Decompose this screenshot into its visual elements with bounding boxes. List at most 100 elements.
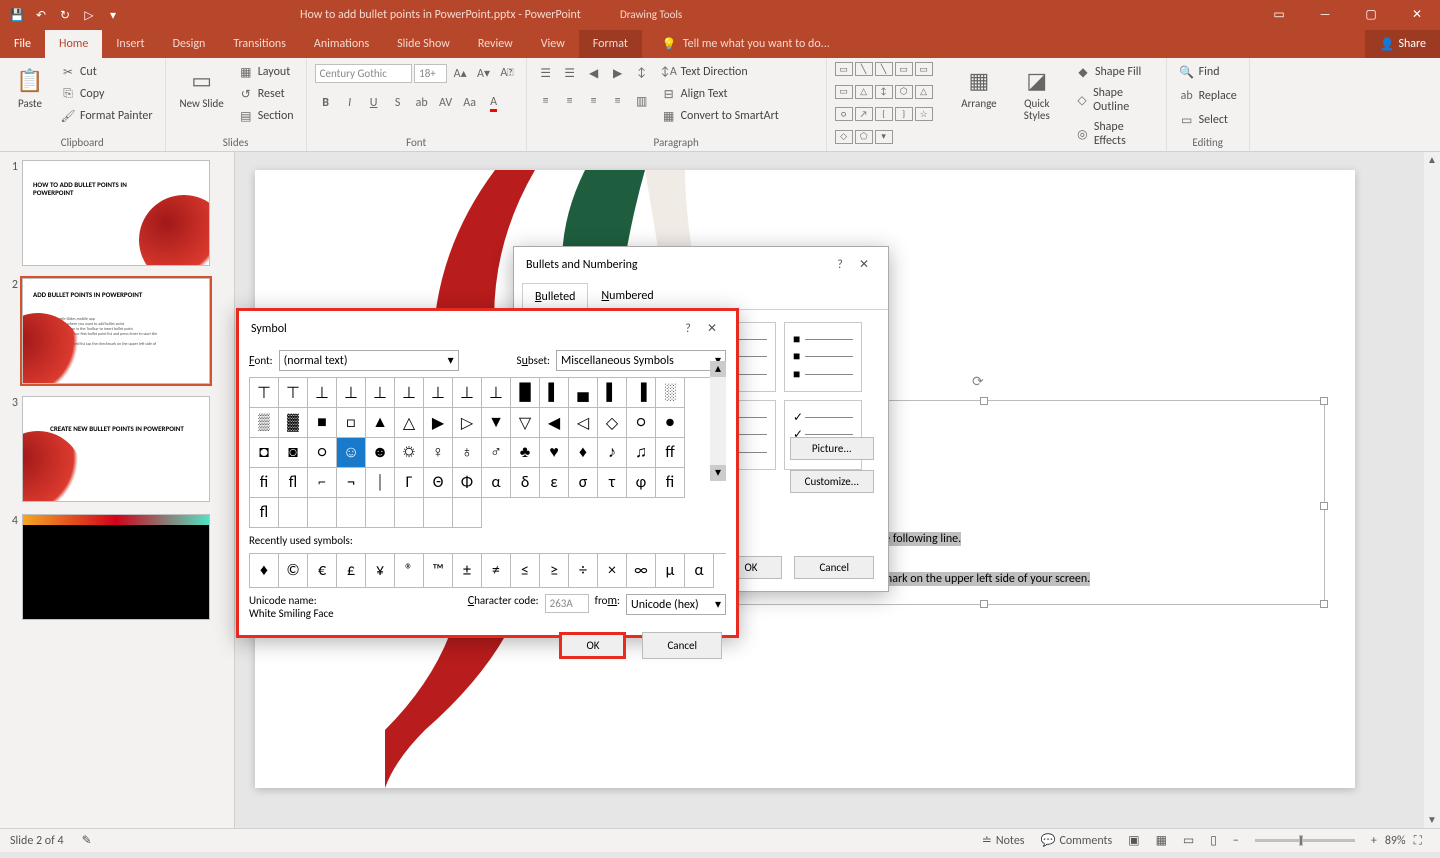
shape-fill-button[interactable]: ◆Shape Fill [1071, 62, 1158, 82]
symbol-cancel-button[interactable]: Cancel [642, 632, 722, 659]
line-spacing-button[interactable]: ↕ [631, 62, 653, 84]
copy-button[interactable]: ⎘Copy [56, 84, 157, 104]
resize-handle[interactable] [980, 600, 988, 608]
recent-symbol-cell[interactable]: € [308, 554, 337, 588]
font-select[interactable]: (normal text)▾ [279, 350, 459, 371]
tab-transitions[interactable]: Transitions [219, 30, 300, 58]
section-button[interactable]: ▤Section [234, 106, 298, 126]
bullet-square[interactable]: ■■■ [784, 322, 862, 392]
italic-button[interactable]: I [339, 92, 361, 114]
symbol-cell[interactable]: Γ [395, 468, 424, 498]
symbol-cell[interactable]: ◀ [540, 408, 569, 438]
thumbnail-2[interactable]: ADD BULLET POINTS IN POWERPOINT• Open yo… [22, 278, 210, 384]
tab-review[interactable]: Review [464, 30, 527, 58]
align-text-button[interactable]: ⊟Align Text [657, 84, 783, 104]
spacing-button[interactable]: AV [435, 92, 457, 114]
slideshow-view-icon[interactable]: ▯ [1202, 833, 1225, 848]
align-center-button[interactable]: ≡ [559, 90, 581, 112]
recent-symbol-cell[interactable]: ÷ [569, 554, 598, 588]
format-painter-button[interactable]: 🖌Format Painter [56, 106, 157, 126]
replace-button[interactable]: abReplace [1175, 86, 1241, 106]
symbol-cell[interactable]: ▷ [453, 408, 482, 438]
font-name-input[interactable]: Century Gothic [315, 64, 413, 83]
align-right-button[interactable]: ≡ [583, 90, 605, 112]
char-code-input[interactable] [545, 594, 589, 613]
tab-bulleted[interactable]: Bulleted [522, 283, 588, 310]
symbol-cell[interactable]: ε [540, 468, 569, 498]
customize-button[interactable]: Customize... [790, 470, 874, 493]
save-icon[interactable]: 💾 [8, 8, 26, 23]
symbol-cell[interactable]: ♀ [424, 438, 453, 468]
symbol-cell[interactable]: △ [395, 408, 424, 438]
bullets-button[interactable]: ☰ [535, 62, 557, 84]
convert-smartart-button[interactable]: ▦Convert to SmartArt [657, 106, 783, 126]
symbol-cell[interactable]: ﬂ [279, 468, 308, 498]
scroll-down-icon[interactable]: ▾ [710, 465, 726, 481]
change-case-button[interactable]: Aa [459, 92, 481, 114]
symbol-cell[interactable]: ﬁ [250, 468, 279, 498]
quick-styles-button[interactable]: ◪Quick Styles [1007, 62, 1067, 150]
symbol-cell[interactable]: τ [598, 468, 627, 498]
reading-view-icon[interactable]: ▭ [1175, 833, 1202, 848]
resize-handle[interactable] [1320, 600, 1328, 608]
tab-numbered[interactable]: Numbered [588, 282, 666, 309]
symbol-cell[interactable]: │ [366, 468, 395, 498]
symbol-cell[interactable]: ⊥ [337, 378, 366, 408]
cut-button[interactable]: ✂Cut [56, 62, 157, 82]
recent-symbol-cell[interactable]: ∞ [627, 554, 656, 588]
shapes-gallery[interactable]: ▭╲╲▭▭▭ △↕⬡△○↗ {}☆◇⬠▾ [835, 62, 952, 150]
symbol-cell[interactable]: ⊥ [395, 378, 424, 408]
symbol-cell[interactable]: ◇ [598, 408, 627, 438]
font-color-button[interactable]: A [483, 92, 505, 114]
maximize-icon[interactable]: ▢ [1348, 0, 1394, 30]
symbol-cell[interactable]: ♣ [511, 438, 540, 468]
align-left-button[interactable]: ≡ [535, 90, 557, 112]
notes-button[interactable]: ≐ Notes [974, 833, 1033, 848]
symbol-cell[interactable]: █ [511, 378, 540, 408]
recent-symbol-cell[interactable]: ¥ [366, 554, 395, 588]
symbol-cell[interactable]: ♂ [482, 438, 511, 468]
symbol-cell[interactable]: φ [627, 468, 656, 498]
symbol-cell[interactable]: ⌐ [308, 468, 337, 498]
symbol-cell[interactable] [453, 498, 482, 528]
recent-symbol-cell[interactable]: μ [656, 554, 685, 588]
symbol-cell[interactable] [308, 498, 337, 528]
find-button[interactable]: 🔍Find [1175, 62, 1241, 82]
from-select[interactable]: Unicode (hex)▾ [626, 594, 726, 615]
close-icon[interactable]: ✕ [700, 321, 724, 336]
arrange-button[interactable]: ▦Arrange [955, 62, 1002, 150]
picture-button[interactable]: Picture... [790, 437, 874, 460]
redo-icon[interactable]: ↻ [56, 8, 74, 23]
help-icon[interactable]: ? [676, 322, 700, 336]
symbol-cell[interactable]: ▼ [482, 408, 511, 438]
tab-insert[interactable]: Insert [102, 30, 158, 58]
symbol-cell[interactable]: ◁ [569, 408, 598, 438]
recent-symbol-cell[interactable]: ± [453, 554, 482, 588]
symbol-cell[interactable]: ● [656, 408, 685, 438]
scroll-up-icon[interactable]: ▲ [1424, 152, 1440, 168]
thumbnail-4[interactable] [22, 514, 210, 620]
paste-button[interactable]: 📋Paste [8, 62, 52, 134]
symbol-cell[interactable] [279, 498, 308, 528]
symbol-cell[interactable]: ○ [627, 408, 656, 438]
font-size-input[interactable]: 18+ [414, 64, 447, 83]
symbol-cell[interactable]: ▽ [511, 408, 540, 438]
rotation-handle-icon[interactable]: ⟳ [972, 373, 988, 389]
underline-button[interactable]: U [363, 92, 385, 114]
thumbnail-1[interactable]: HOW TO ADD BULLET POINTS IN POWERPOINT [22, 160, 210, 266]
symbol-cell[interactable]: ⊤ [250, 378, 279, 408]
symbol-cell[interactable]: ▶ [424, 408, 453, 438]
symbol-cell[interactable]: ☻ [366, 438, 395, 468]
zoom-level[interactable]: 89% [1385, 834, 1406, 848]
symbol-cell[interactable]: ▄ [569, 378, 598, 408]
symbol-cell[interactable]: ⊥ [424, 378, 453, 408]
symbol-cell[interactable] [366, 498, 395, 528]
symbol-cell[interactable]: σ [569, 468, 598, 498]
recent-symbol-cell[interactable]: © [279, 554, 308, 588]
comments-button[interactable]: 💬 Comments [1033, 833, 1121, 848]
recent-symbol-cell[interactable]: ™ [424, 554, 453, 588]
shadow-button[interactable]: ab [411, 92, 433, 114]
numbering-button[interactable]: ☰ [559, 62, 581, 84]
help-icon[interactable]: ? [828, 258, 852, 272]
clear-formatting-icon[interactable]: A⃠ [496, 62, 517, 84]
